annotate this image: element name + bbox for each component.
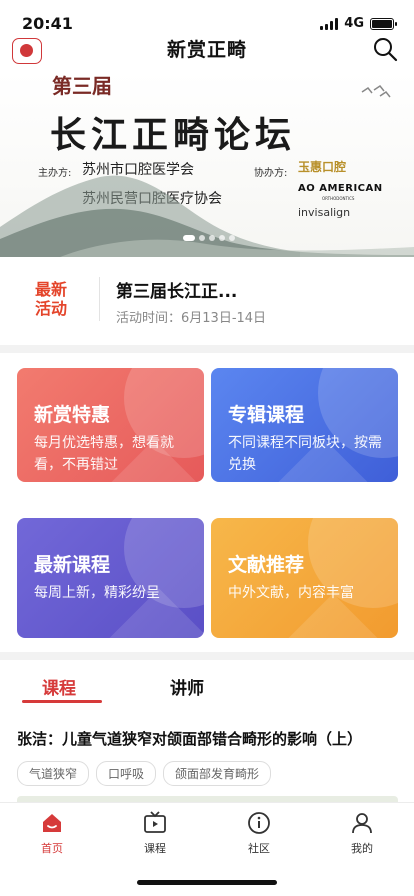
tabbar-mine[interactable]: 我的 [332,811,392,856]
card-title: 最新课程 [34,554,111,576]
activity-title: 第三届长江正... [116,282,238,302]
tabbar-community[interactable]: 社区 [229,811,289,856]
card-album-courses[interactable]: 专辑课程 不同课程不同板块，按需兑换 [211,368,398,482]
card-title: 新赏特惠 [34,404,111,426]
network-label: 4G [344,16,364,31]
card-desc: 每周上新，精彩纷呈 [34,585,160,601]
course-title: 张洁：儿童气道狭窄对颌面部错合畸形的影响（上） [17,730,363,748]
info-icon [248,812,270,834]
signal-icon [320,17,339,30]
card-title: 专辑课程 [228,404,305,426]
card-desc: 不同课程不同板块，按需兑换 [228,435,382,473]
course-tag: 颌面部发育畸形 [163,761,272,786]
latest-activity-tag: 最新 活动 [34,280,67,318]
course-tag: 气道狭窄 [17,761,90,786]
banner-pagination[interactable] [183,235,235,241]
nav-bar: 新赏正畸 [0,38,414,72]
activity-time: 活动时间：6月13日-14日 [116,311,267,326]
card-title: 文献推荐 [228,554,305,576]
battery-icon [370,17,397,30]
card-desc: 中外文献，内容丰富 [228,585,354,601]
event-banner[interactable]: 第三届 长江正畸论坛 主办方: 苏州市口腔医学会 苏州民营口腔医疗协会 协办方:… [0,72,414,257]
card-new-courses[interactable]: 最新课程 每周上新，精彩纷呈 [17,518,204,638]
tab-active-indicator [22,700,102,703]
page-title: 新赏正畸 [166,39,247,61]
content-tabs: 课程 讲师 [0,662,414,710]
course-tag: 口呼吸 [96,761,157,786]
user-icon [352,813,372,834]
home-indicator [137,880,277,885]
section-divider [0,345,414,353]
tabbar-courses[interactable]: 课程 [125,811,185,856]
tab-courses[interactable]: 课程 [42,674,76,699]
card-literature[interactable]: 文献推荐 中外文献，内容丰富 [211,518,398,638]
section-divider [0,652,414,660]
home-icon [43,814,61,832]
tab-lecturers[interactable]: 讲师 [170,674,204,699]
banner-subtitle: 第三届 [52,74,112,98]
feature-cards: 新赏特惠 每月优选特惠，想看就看，不再错过 专辑课程 不同课程不同板块，按需兑换… [17,368,398,638]
status-indicators: 4G [320,16,397,31]
tabbar-home[interactable]: 首页 [22,811,82,856]
status-time: 20:41 [22,14,73,33]
card-desc: 每月优选特惠，想看就看，不再错过 [34,435,174,473]
birds-decoration [361,84,391,98]
tv-icon [144,811,166,833]
tabbar-label: 我的 [351,842,373,855]
tabbar-label: 课程 [144,842,166,855]
course-item[interactable]: 张洁：儿童气道狭窄对颌面部错合畸形的影响（上） 气道狭窄 口呼吸 颌面部发育畸形 [17,728,398,786]
course-tags: 气道狭窄 口呼吸 颌面部发育畸形 [17,761,398,786]
latest-activity[interactable]: 最新 活动 第三届长江正... 活动时间：6月13日-14日 [0,257,414,345]
search-icon[interactable] [372,36,398,62]
tabbar-label: 首页 [41,842,63,855]
divider [99,277,100,321]
tabbar-label: 社区 [248,842,270,855]
card-discount[interactable]: 新赏特惠 每月优选特惠，想看就看，不再错过 [17,368,204,482]
